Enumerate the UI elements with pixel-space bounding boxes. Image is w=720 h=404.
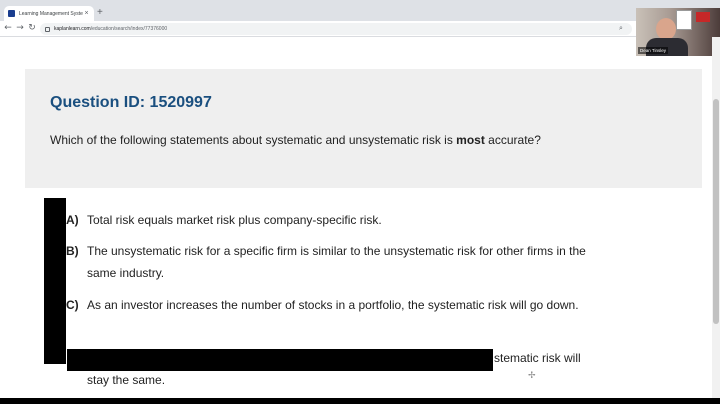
question-id: Question ID: 1520997 (50, 94, 212, 111)
presenter-name-tag: Dean Tinsley (638, 47, 669, 54)
new-tab-button[interactable]: + (97, 8, 103, 18)
page-scrollbar[interactable] (712, 37, 720, 404)
choice-letter: A) (66, 213, 79, 227)
reload-button[interactable]: ↻ (27, 23, 37, 34)
browser-toolbar: ← → ↻ kaplanlearn.com/education/search/i… (0, 21, 720, 37)
presenter-head (656, 18, 676, 40)
tab-title: Learning Management System (19, 10, 83, 17)
redaction-block-left (44, 198, 66, 364)
back-button[interactable]: ← (3, 23, 13, 34)
forward-button[interactable]: → (15, 23, 25, 34)
browser-tab-strip: Learning Management System × + (0, 0, 720, 21)
lock-icon (45, 26, 50, 32)
choice-letter: B) (66, 244, 79, 258)
choice-text: As an investor increases the number of s… (87, 298, 579, 312)
screen: Learning Management System × + ← → ↻ kap… (0, 0, 720, 404)
webcam-poster (676, 10, 692, 30)
webcam-overlay: Dean Tinsley (636, 8, 720, 56)
choice-text: Total risk equals market risk plus compa… (87, 213, 382, 227)
close-tab-icon[interactable]: × (83, 10, 90, 17)
search-icon[interactable]: ⌕ (619, 23, 623, 35)
bottom-edge-bar (0, 398, 720, 404)
address-bar[interactable]: kaplanlearn.com/education/search/index/7… (40, 23, 632, 35)
question-card: Question ID: 1520997 Which of the follow… (25, 69, 702, 188)
question-text: Which of the following statements about … (50, 133, 541, 147)
redaction-block-choice-d (67, 349, 493, 371)
choice-d-second-line: stay the same. (87, 373, 166, 387)
move-cursor-icon: ✢ (528, 371, 536, 381)
url-text: kaplanlearn.com/education/search/index/7… (54, 26, 168, 32)
browser-tab[interactable]: Learning Management System × (4, 6, 94, 21)
choice-text: The unsystematic risk for a specific fir… (87, 244, 586, 280)
emphasis-most: most (456, 133, 485, 147)
scrollbar-thumb[interactable] (713, 99, 719, 324)
choice-letter: C) (66, 298, 79, 312)
choice-d-visible-fragment: stematic risk will (494, 351, 581, 365)
favicon-icon (8, 10, 15, 17)
webcam-sign (696, 12, 710, 22)
